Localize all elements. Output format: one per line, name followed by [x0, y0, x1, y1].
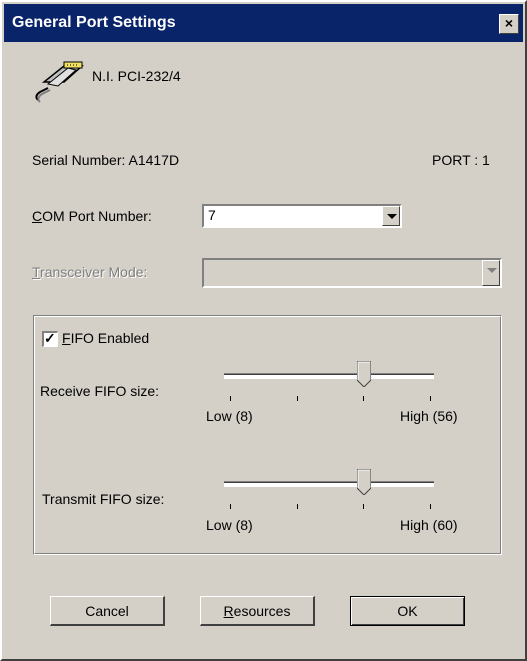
close-button[interactable]: × — [499, 14, 519, 34]
tick-mark — [297, 504, 298, 509]
transmit-fifo-high-label: High (60) — [400, 517, 458, 533]
com-port-label: COM Port Number: — [32, 208, 152, 224]
receive-fifo-slider-thumb[interactable] — [357, 361, 371, 387]
transmit-fifo-low-label: Low (8) — [206, 517, 253, 533]
window-title: General Port Settings — [12, 14, 176, 31]
tick-mark — [430, 504, 431, 509]
receive-fifo-track[interactable] — [224, 373, 434, 379]
tick-mark — [230, 504, 231, 509]
chevron-down-icon[interactable] — [382, 206, 400, 226]
transmit-fifo-slider-thumb[interactable] — [357, 469, 371, 495]
tick-mark — [430, 396, 431, 401]
com-port-select[interactable]: 7 — [202, 204, 402, 228]
receive-fifo-low-label: Low (8) — [206, 408, 253, 424]
device-name: N.I. PCI-232/4 — [92, 68, 181, 84]
resources-button[interactable]: Resources — [200, 596, 315, 626]
serial-cable-icon — [35, 61, 84, 103]
ok-button[interactable]: OK — [350, 596, 465, 626]
transceiver-mode-select[interactable] — [202, 258, 502, 288]
title-bar[interactable]: General Port Settings × — [4, 4, 523, 42]
tick-mark — [363, 504, 364, 509]
fifo-enabled-checkbox[interactable] — [42, 330, 58, 347]
transceiver-mode-label: Transceiver Mode: — [32, 264, 148, 280]
chevron-down-icon[interactable] — [482, 260, 500, 286]
tick-mark — [363, 396, 364, 401]
fifo-enabled-label[interactable]: FIFO Enabled — [62, 330, 149, 346]
receive-fifo-label: Receive FIFO size: — [40, 383, 160, 399]
cancel-button[interactable]: Cancel — [50, 596, 165, 626]
transmit-fifo-track[interactable] — [224, 481, 434, 487]
tick-mark — [230, 396, 231, 401]
receive-fifo-high-label: High (56) — [400, 408, 458, 424]
serial-number: Serial Number: A1417D — [32, 152, 180, 168]
com-port-value: 7 — [208, 207, 216, 223]
tick-mark — [297, 396, 298, 401]
dialog-window: General Port Settings × N.I. PCI-232/4 S… — [0, 0, 527, 661]
transmit-fifo-label: Transmit FIFO size: — [42, 491, 165, 507]
port-number: PORT : 1 — [432, 152, 490, 168]
